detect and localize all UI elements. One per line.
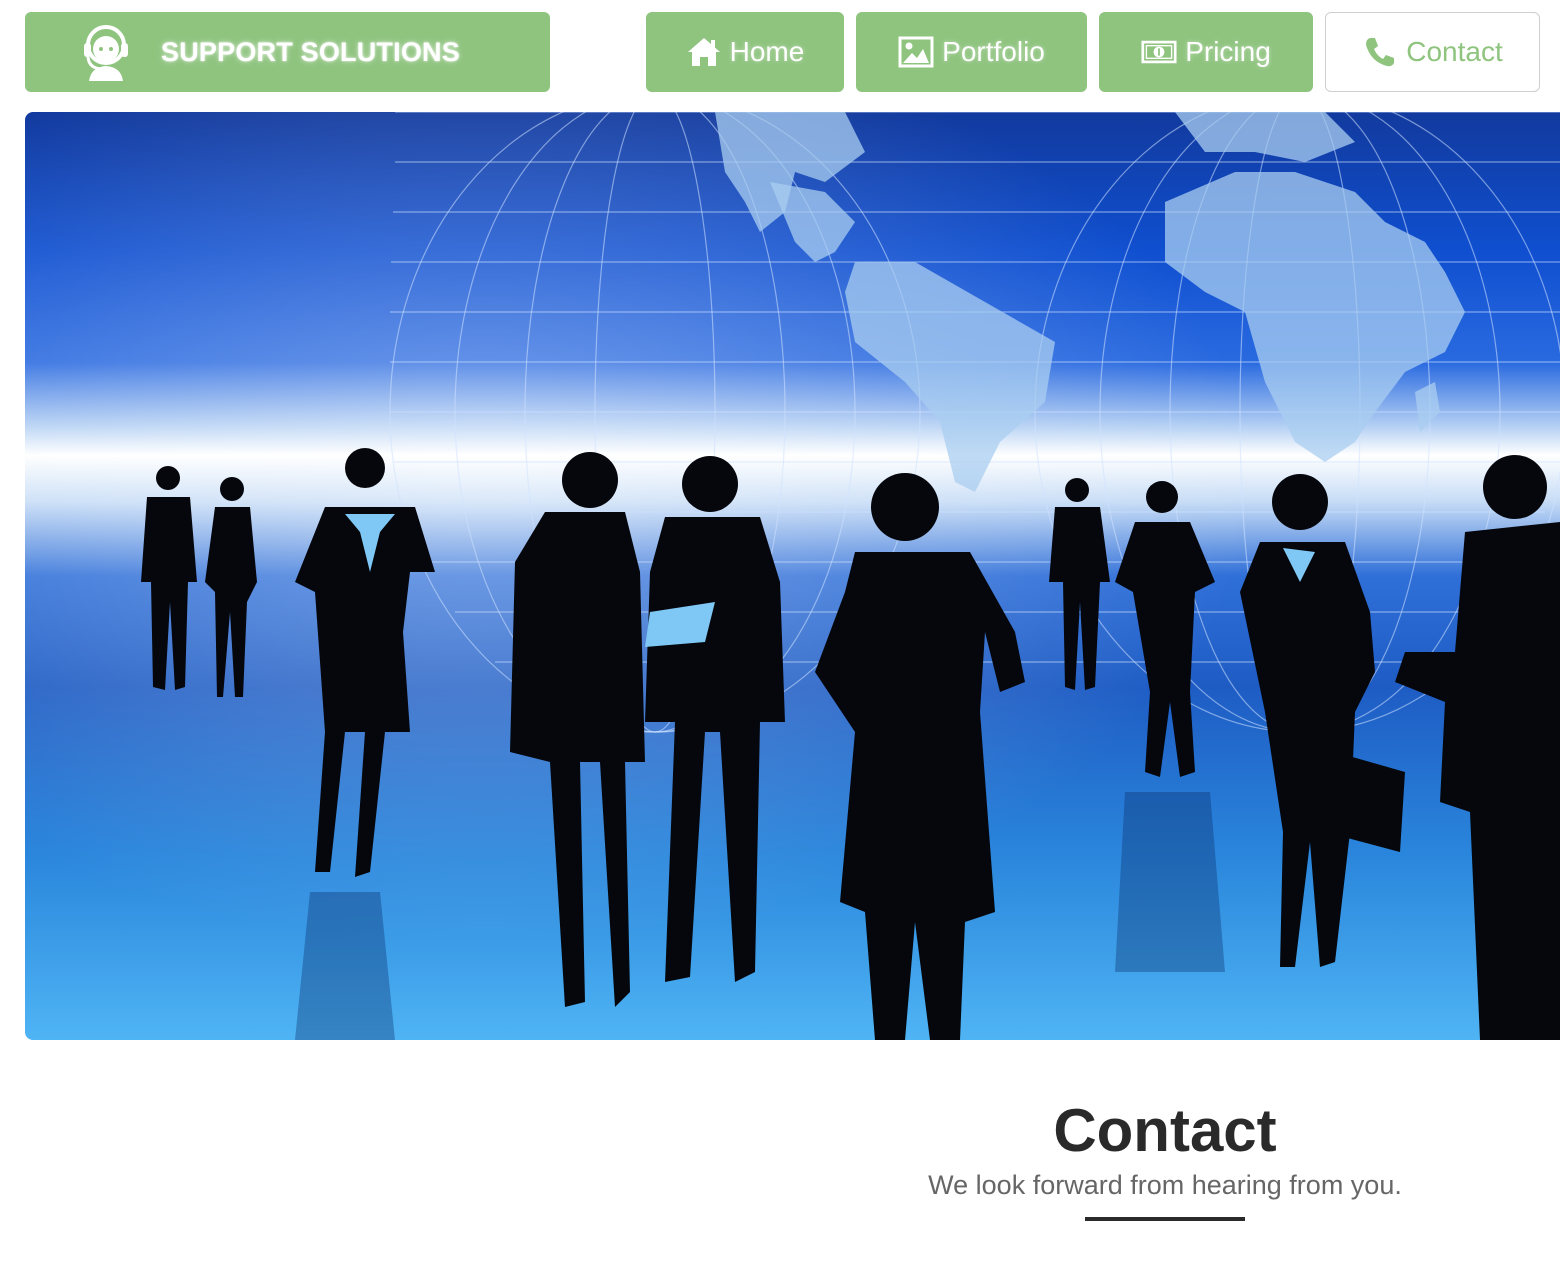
home-icon [687,38,720,66]
nav-pricing-label: Pricing [1185,36,1271,67]
brand-title: SUPPORT SOLUTIONS [161,36,460,67]
hero-image [25,112,1560,1040]
nav-portfolio-button[interactable]: Portfolio [856,12,1087,92]
brand-logo[interactable]: SUPPORT SOLUTIONS [25,12,550,92]
nav-contact-button[interactable]: Contact [1325,12,1540,92]
phone-icon [1366,38,1395,67]
image-icon [898,36,934,68]
nav-home-button[interactable]: Home [646,12,844,92]
nav-portfolio-label: Portfolio [942,36,1045,67]
support-agent-icon [84,25,128,81]
contact-title: Contact [1053,1097,1277,1164]
section-divider [1085,1217,1245,1221]
nav-home-label: Home [729,36,805,67]
nav-contact-label: Contact [1406,36,1503,67]
money-icon [1141,40,1177,64]
contact-subtitle: We look forward from hearing from you. [928,1170,1402,1200]
nav-pricing-button[interactable]: Pricing [1099,12,1313,92]
